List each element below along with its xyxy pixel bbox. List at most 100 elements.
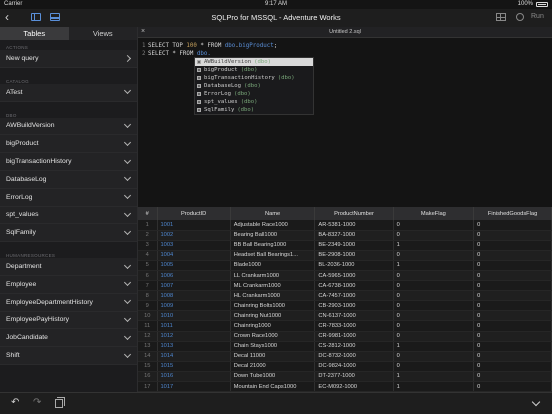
table-cell[interactable]: 0 [393,280,475,292]
table-cell[interactable]: Bearing Ball1000 [230,230,316,241]
table-cell[interactable]: 1 [393,260,475,271]
table-cell[interactable]: 0 [473,371,552,383]
sidebar-item[interactable]: bigProduct [0,135,137,154]
table-cell[interactable]: 1 [393,371,475,383]
table-cell[interactable]: DT-2377-1000 [314,371,394,383]
chevron-down-icon[interactable] [531,397,541,407]
autocomplete-item[interactable]: SqlFamily (dbo) [195,106,313,114]
table-row[interactable]: 16 1016 Down Tube1000 DT-2377-1000 1 0 [138,371,552,383]
sidebar-item[interactable]: EmployeeDepartmentHistory [0,293,137,312]
undo-icon[interactable]: ↶ [11,397,19,409]
table-cell[interactable]: 1017 [157,381,231,392]
column-header[interactable]: MakeFlag [393,207,475,220]
sidebar-item[interactable]: Department [0,258,137,276]
copy-icon[interactable] [55,397,65,408]
table-cell[interactable]: BA-8327-1000 [314,230,394,241]
table-cell[interactable]: 0 [393,331,475,342]
chevron-down-icon[interactable] [123,120,132,129]
table-cell[interactable]: 1010 [157,310,231,322]
table-cell[interactable]: 1011 [157,320,231,332]
table-cell[interactable]: DC-8732-1000 [314,351,394,362]
sidebar-item[interactable]: ATest [0,83,137,102]
table-cell[interactable]: BB Ball Bearing1000 [230,240,316,251]
table-cell[interactable]: 0 [393,270,475,282]
sql-editor[interactable]: 1 SELECT TOP 100 * FROM dbo.bigProduct; 2 S… [138,38,552,207]
table-cell[interactable]: Mountain End Caps1000 [230,381,316,392]
table-row[interactable]: 13 1013 Chain Stays1000 CS-2812-1000 1 0 [138,341,552,352]
table-cell[interactable]: 0 [473,341,552,352]
table-cell[interactable]: Crown Race1000 [230,331,316,342]
table-row[interactable]: 3 1003 BB Ball Bearing1000 BE-2349-1000 1 0 [138,240,552,251]
table-cell[interactable]: Headset Ball Bearings1... [230,250,316,261]
sidebar-item[interactable]: DatabaseLog [0,170,137,189]
table-cell[interactable]: 1 [393,341,475,352]
table-cell[interactable]: LL Crankarm1000 [230,270,316,282]
table-row[interactable]: 10 1010 Chainring Nut1000 CN-6137-1000 0 0 [138,310,552,322]
table-cell[interactable]: 1002 [157,230,231,241]
table-cell[interactable]: Adjustable Race1000 [230,220,316,231]
table-cell[interactable]: BL-2036-1000 [314,260,394,271]
table-row[interactable]: 14 1014 Decal 11000 DC-8732-1000 0 0 [138,351,552,362]
sidebar-item[interactable]: spt_values [0,206,137,225]
table-cell[interactable]: 1006 [157,270,231,282]
sidebar-item[interactable]: New query [0,50,137,68]
autocomplete-item[interactable]: bigTransactionHistory (dbo) [195,74,313,82]
table-cell[interactable]: EC-M092-1000 [314,381,394,392]
chevron-down-icon[interactable] [123,209,132,218]
redo-icon[interactable]: ↷ [33,397,41,409]
table-cell[interactable]: 1001 [157,220,231,231]
table-cell[interactable]: 1013 [157,341,231,352]
autocomplete-item[interactable]: DatabaseLog (dbo) [195,82,313,90]
sidebar-item[interactable]: SqlFamily [0,224,137,243]
sidebar-item[interactable]: Employee [0,275,137,294]
table-cell[interactable]: ML Crankarm1000 [230,280,316,292]
chevron-down-icon[interactable] [123,279,132,287]
table-cell[interactable]: AR-5381-1000 [314,220,394,231]
table-cell[interactable]: Decal 21000 [230,361,316,372]
table-cell[interactable]: BE-2349-1000 [314,240,394,251]
table-cell[interactable]: 0 [393,230,475,241]
table-cell[interactable]: 0 [473,270,552,282]
results-grid[interactable]: # ProductID Name ProductNumber MakeFlag Finis… [138,207,552,392]
table-cell[interactable]: 1007 [157,280,231,292]
table-cell[interactable]: 1016 [157,371,231,383]
table-cell[interactable]: 0 [393,320,475,332]
table-cell[interactable]: 1003 [157,240,231,251]
table-cell[interactable]: BE-2908-1000 [314,250,394,261]
history-icon[interactable] [516,13,524,21]
table-cell[interactable]: 0 [393,250,475,261]
run-button[interactable]: Run [531,13,544,20]
column-header[interactable]: ProductNumber [314,207,394,220]
chevron-down-icon[interactable] [123,87,132,95]
table-cell[interactable]: 0 [473,280,552,292]
table-cell[interactable]: 1004 [157,250,231,261]
table-cell[interactable]: 0 [393,310,475,322]
table-row[interactable]: 9 1009 Chainring Bolts1000 CB-2903-1000 0 0 [138,300,552,312]
table-cell[interactable]: HL Crankarm1000 [230,290,316,302]
table-row[interactable]: 4 1004 Headset Ball Bearings1... BE-2908-10… [138,250,552,261]
chevron-down-icon[interactable] [123,314,132,322]
table-cell[interactable]: 0 [473,381,552,392]
table-cell[interactable]: 0 [473,351,552,362]
table-cell[interactable]: CA-6738-1000 [314,280,394,292]
column-header[interactable]: Name [230,207,316,220]
column-header[interactable]: ProductID [157,207,231,220]
table-cell[interactable]: CA-7457-1000 [314,290,394,302]
table-cell[interactable]: Chainring1000 [230,320,316,332]
editor-tab-title[interactable]: Untitled 2.sql [138,29,552,35]
chevron-down-icon[interactable] [123,138,132,146]
table-cell[interactable]: CA-5965-1000 [314,270,394,282]
table-cell[interactable]: Chainring Bolts1000 [230,300,316,312]
table-row[interactable]: 2 1002 Bearing Ball1000 BA-8327-1000 0 0 [138,230,552,241]
chevron-down-icon[interactable] [123,227,132,235]
table-row[interactable]: 17 1017 Mountain End Caps1000 EC-M092-1000 1… [138,381,552,392]
table-row[interactable]: 1 1001 Adjustable Race1000 AR-5381-1000 0 0 [138,220,552,231]
table-cell[interactable]: Chain Stays1000 [230,341,316,352]
table-cell[interactable]: 0 [473,300,552,312]
table-cell[interactable]: 0 [393,220,475,231]
table-cell[interactable]: 1015 [157,361,231,372]
table-cell[interactable]: Decal 11000 [230,351,316,362]
table-cell[interactable]: 1009 [157,300,231,312]
table-cell[interactable]: 1008 [157,290,231,302]
chevron-down-icon[interactable] [123,332,132,340]
